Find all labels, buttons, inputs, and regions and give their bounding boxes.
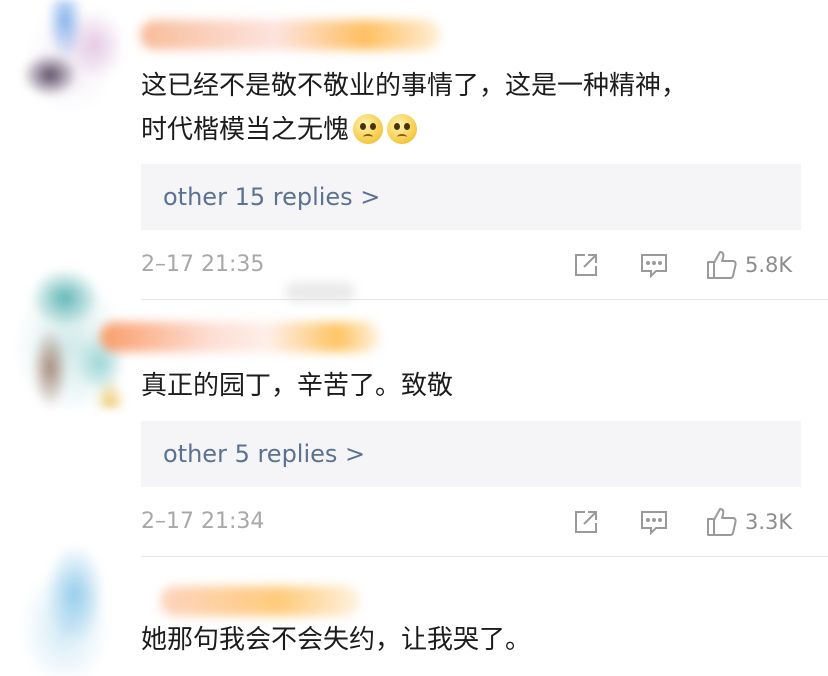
reply-button[interactable] [639, 507, 669, 537]
comment-text: 这已经不是敬不敬业的事情了，这是一种精神， 时代楷模当之无愧 [141, 71, 688, 145]
comment-time: 2–17 21:35 [141, 252, 265, 277]
like-button[interactable]: 3.3K [705, 506, 792, 538]
avatar[interactable] [10, 548, 130, 676]
avatar[interactable] [10, 0, 130, 140]
thumbs-up-icon [707, 508, 737, 536]
comment-icon [641, 511, 667, 536]
divider [141, 299, 828, 300]
username[interactable] [100, 322, 380, 352]
like-count: 5.8K [745, 253, 793, 277]
reply-button[interactable] [639, 250, 669, 280]
username[interactable] [140, 20, 440, 50]
view-replies-button[interactable]: other 15 replies > [141, 164, 801, 230]
pleading-face-icon [387, 114, 418, 144]
thumbs-up-icon [707, 251, 737, 279]
share-icon [575, 511, 597, 533]
comment-icon [641, 254, 667, 279]
comment-text: 真正的园丁，辛苦了。致敬 [141, 371, 454, 401]
comment-text: 她那句我会不会失约，让我哭了。 [141, 625, 532, 655]
share-button[interactable] [571, 250, 601, 280]
divider [141, 556, 828, 557]
view-replies-button[interactable]: other 5 replies > [141, 421, 801, 487]
like-count: 3.3K [745, 510, 793, 534]
pleading-face-icon [353, 114, 384, 144]
comment-time: 2–17 21:34 [141, 509, 265, 534]
share-button[interactable] [571, 507, 601, 537]
username-decoration [285, 282, 355, 302]
username[interactable] [160, 586, 360, 616]
like-button[interactable]: 5.8K [705, 249, 792, 281]
share-icon [575, 254, 597, 276]
